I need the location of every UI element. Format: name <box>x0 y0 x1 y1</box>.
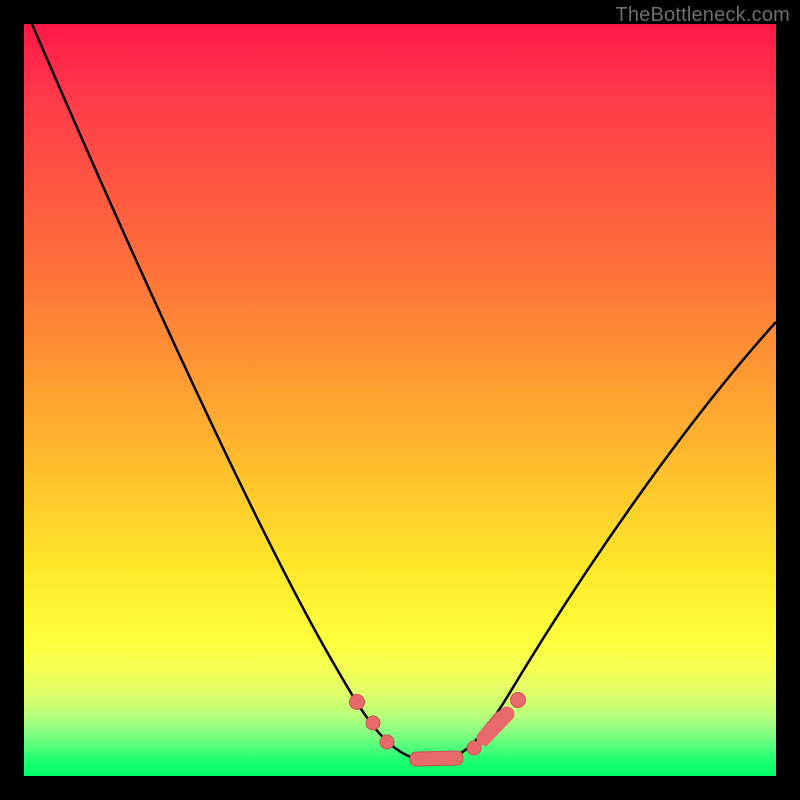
plot-area <box>24 24 776 776</box>
marker-dot <box>380 735 394 749</box>
chart-frame: TheBottleneck.com <box>0 0 800 800</box>
marker-dot <box>350 695 365 710</box>
bottleneck-curve-svg <box>24 24 776 776</box>
bottleneck-curve-path <box>32 24 776 762</box>
marker-capsule <box>410 751 463 766</box>
watermark-text: TheBottleneck.com <box>615 4 790 27</box>
marker-dot <box>366 716 380 730</box>
marker-dot <box>511 693 526 708</box>
